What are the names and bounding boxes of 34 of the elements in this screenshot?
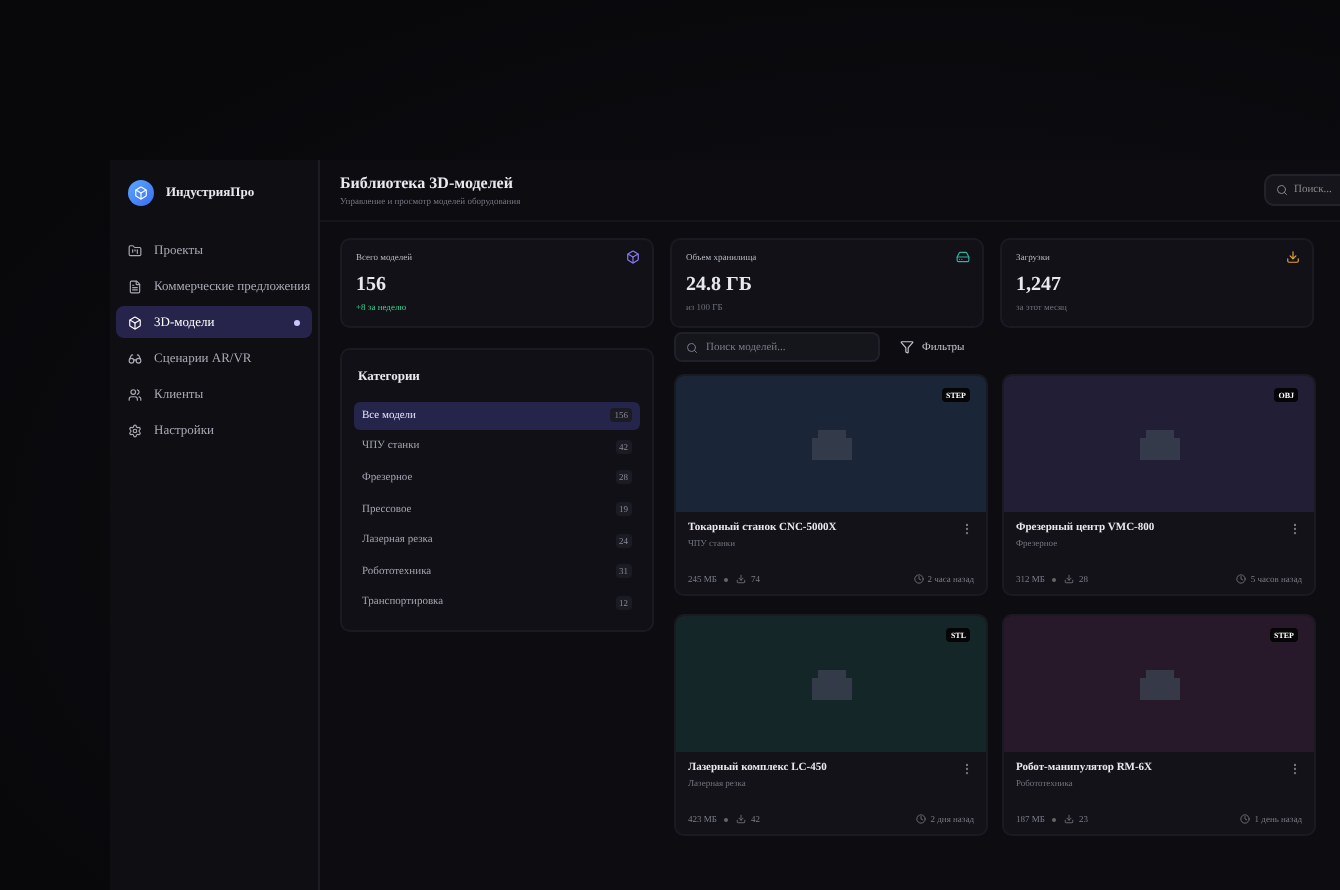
clock-icon [1240,814,1251,824]
cube-icon [128,315,142,329]
clock-icon [913,574,924,584]
download-icon [1064,574,1075,584]
stat-value: 156 [356,274,388,296]
clock-icon [916,814,927,824]
glasses-icon [128,351,142,365]
box-icon [1139,429,1179,459]
search-icon [1276,184,1288,196]
box-icon [811,669,851,699]
page-title: Библиотека 3D-моделей [340,174,515,192]
logo-icon [128,180,154,206]
download-icon [736,574,747,584]
active-dot [294,319,300,325]
filter-icon [900,340,914,354]
stat-value: 1,247 [1016,274,1063,296]
separator-dot [1052,817,1057,821]
separator-dot [724,577,729,581]
download-icon [736,814,747,824]
search-icon [686,341,698,353]
drive-icon [956,250,970,264]
cube-icon [626,250,640,264]
clock-icon [1236,574,1247,584]
box-icon [811,429,851,459]
document-icon [128,279,142,293]
folder-icon [128,243,142,257]
separator-dot [1052,577,1057,581]
users-icon [128,387,142,401]
separator-dot [724,817,729,821]
download-icon [1064,814,1075,824]
download-icon [1286,250,1300,264]
stat-value: 24.8 ГБ [686,274,754,296]
settings-icon [128,423,142,437]
box-icon [1139,669,1179,699]
